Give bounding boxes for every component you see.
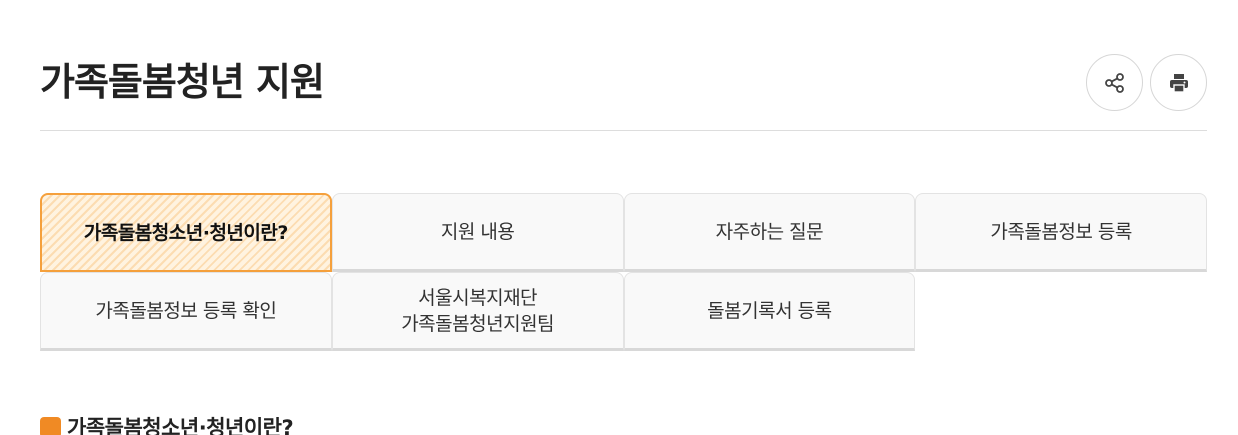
- tab-support[interactable]: 지원 내용: [331, 193, 624, 272]
- section-heading: 가족돌봄청소년·청년이란?: [40, 412, 294, 435]
- tab-about[interactable]: 가족돌봄청소년·청년이란?: [40, 193, 332, 272]
- tab-label: 돌봄기록서 등록: [707, 299, 832, 322]
- tab-register-check[interactable]: 가족돌봄정보 등록 확인: [40, 272, 332, 351]
- page: 가족돌봄청년 지원 가족돌봄청소년·청년이란? 지원 내용 자주하는 질문 가족…: [0, 0, 1238, 435]
- tab-menu: 가족돌봄청소년·청년이란? 지원 내용 자주하는 질문 가족돌봄정보 등록 가족…: [40, 193, 1207, 351]
- tab-label: 자주하는 질문: [715, 220, 824, 243]
- tab-care-record[interactable]: 돌봄기록서 등록: [623, 272, 916, 351]
- tab-faq[interactable]: 자주하는 질문: [623, 193, 916, 272]
- tab-label-line1: 서울시복지재단: [418, 286, 538, 309]
- tab-support-team[interactable]: 서울시복지재단 가족돌봄청년지원팀: [331, 272, 624, 351]
- section-bullet-icon: [40, 416, 61, 435]
- tab-label: 가족돌봄정보 등록: [990, 220, 1132, 243]
- section-title: 가족돌봄청소년·청년이란?: [67, 416, 294, 435]
- share-button[interactable]: [1086, 54, 1143, 111]
- print-button[interactable]: [1150, 54, 1207, 111]
- share-icon: [1104, 72, 1124, 93]
- header-actions: [1086, 54, 1207, 111]
- page-title: 가족돌봄청년 지원: [40, 60, 325, 104]
- tab-label-line2: 가족돌봄청년지원팀: [401, 312, 555, 335]
- tab-label: 서울시복지재단 가족돌봄청년지원팀: [401, 285, 554, 337]
- header-divider: [40, 130, 1207, 131]
- print-icon: [1169, 73, 1188, 93]
- tab-register[interactable]: 가족돌봄정보 등록: [915, 193, 1207, 272]
- tab-label: 가족돌봄정보 등록 확인: [95, 299, 277, 322]
- tab-label: 가족돌봄청소년·청년이란?: [83, 221, 289, 244]
- tab-label: 지원 내용: [440, 220, 515, 243]
